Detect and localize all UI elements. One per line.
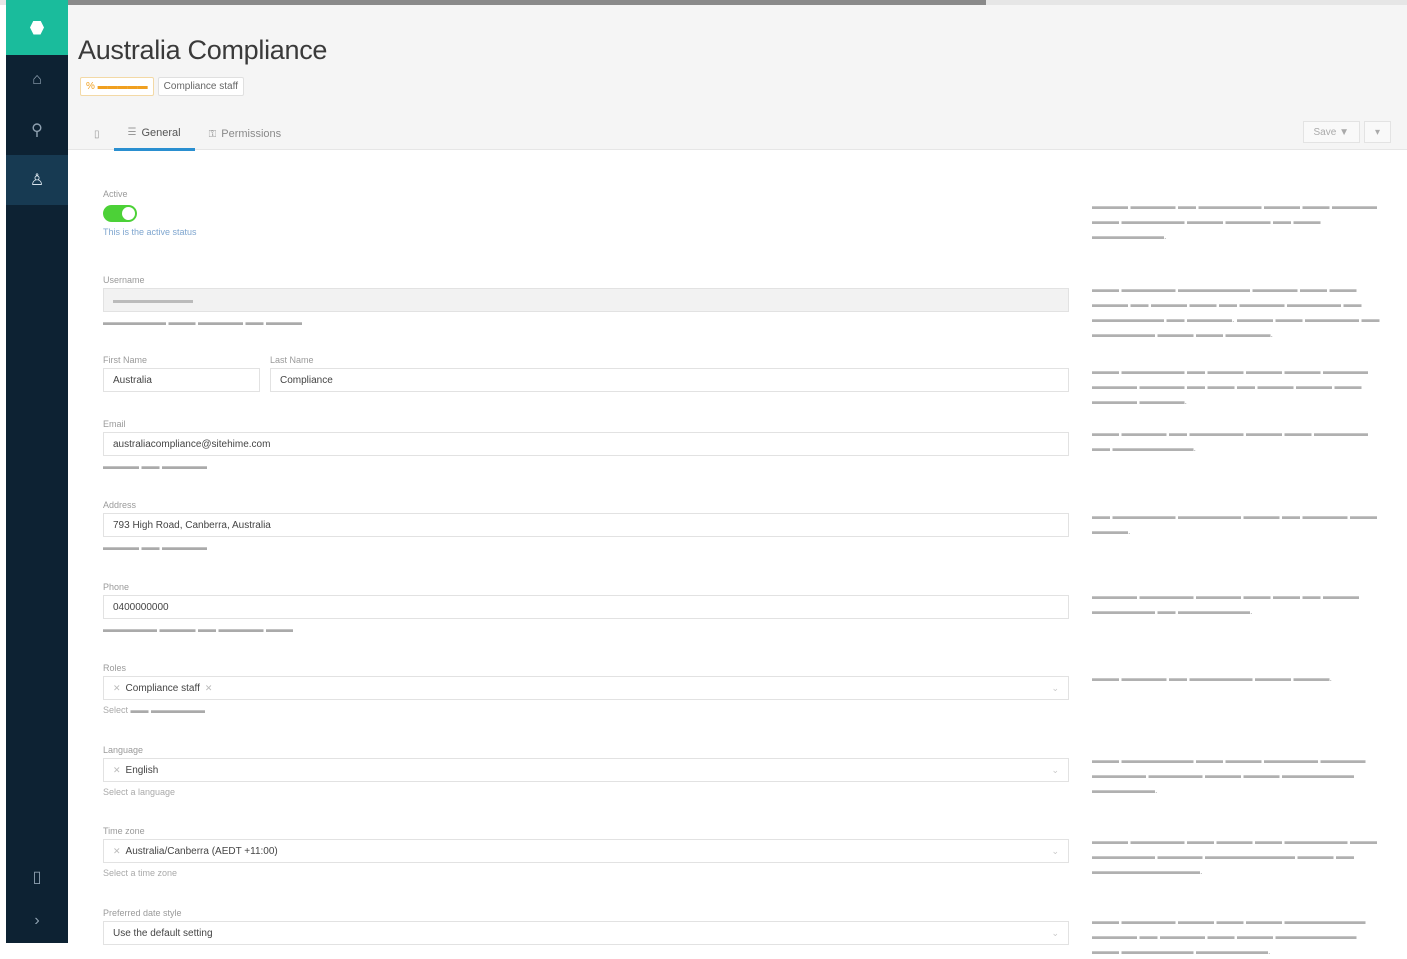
preferred-date-description: ▬▬▬ ▬▬▬▬▬▬ ▬▬▬▬ ▬▬▬ ▬▬▬▬ ▬▬▬▬▬▬▬▬▬ ▬▬▬▬▬… [1092, 916, 1366, 956]
tab-general[interactable]: ☰ General [113, 117, 195, 151]
timezone-description: ▬▬▬▬ ▬▬▬▬▬▬ ▬▬▬ ▬▬▬▬ ▬▬▬ ▬▬▬▬▬▬▬ ▬▬▬ ▬▬▬… [1092, 836, 1378, 876]
language-hint: Select a language [103, 787, 176, 797]
phone-description: ▬▬▬▬▬ ▬▬▬▬▬▬ ▬▬▬▬▬ ▬▬▬ ▬▬▬ ▬▬ ▬▬▬▬ ▬▬▬▬▬… [1092, 591, 1360, 616]
timezone-hint: Select a time zone [103, 868, 178, 878]
first-name-field: First Name Australia [103, 355, 260, 392]
page-title: Australia Compliance [78, 35, 328, 65]
first-name-input[interactable]: Australia [103, 368, 260, 392]
language-chip: ✕ English [113, 765, 158, 776]
username-field: Username ▬▬▬▬▬▬▬▬ ▬▬▬▬▬▬▬ ▬▬▬ ▬▬▬▬▬ ▬▬ ▬… [103, 275, 1069, 327]
remove-chip-icon[interactable]: ✕ [113, 765, 121, 776]
address-label: Address [103, 500, 137, 510]
header-actions: Save ▼ ▾ [1302, 121, 1391, 143]
tab-permissions-label: Permissions [221, 128, 282, 140]
clear-chip-icon[interactable]: ✕ [205, 683, 213, 694]
timezone-chip-label: Australia/Canberra (AEDT +11:00) [125, 845, 278, 857]
username-input[interactable]: ▬▬▬▬▬▬▬▬ [103, 288, 1069, 312]
sidebar-item-search[interactable]: ⚲ [6, 105, 68, 155]
sidebar: ⌂ ⚲ ♙ ▯ › [6, 0, 68, 943]
last-name-input[interactable]: Compliance [270, 368, 1069, 392]
tab-bar: ▯ ☰ General ⚿ Permissions [80, 117, 295, 151]
badge-row: % ▬▬▬▬▬ Compliance staff [80, 77, 244, 96]
address-description: ▬▬ ▬▬▬▬▬▬▬ ▬▬▬▬▬▬▬ ▬▬▬▬ ▬▬ ▬▬▬▬▬ ▬▬▬ ▬▬▬… [1092, 511, 1378, 536]
sidebar-item-users[interactable]: ♙ [6, 155, 68, 205]
active-description: ▬▬▬▬ ▬▬▬▬▬ ▬▬ ▬▬▬▬▬▬▬ ▬▬▬▬ ▬▬▬ ▬▬▬▬▬ ▬▬▬… [1092, 201, 1378, 241]
tab-permissions[interactable]: ⚿ Permissions [195, 117, 296, 151]
save-button[interactable]: Save ▼ [1302, 121, 1360, 143]
chevron-down-icon[interactable]: ⌄ [1051, 765, 1059, 776]
preferred-date-field: Preferred date style Use the default set… [103, 908, 1069, 945]
username-hint: ▬▬▬▬▬▬▬ ▬▬▬ ▬▬▬▬▬ ▬▬ ▬▬▬▬ [103, 317, 303, 327]
app-logo[interactable] [6, 0, 68, 55]
roles-hint: Select ▬▬ ▬▬▬▬▬▬ [103, 705, 206, 715]
last-name-field: Last Name Compliance [270, 355, 1069, 392]
language-field: Language ✕ English ⌄ Select a language [103, 745, 1069, 797]
active-toggle[interactable] [103, 205, 137, 222]
address-field: Address 793 High Road, Canberra, Austral… [103, 500, 1069, 552]
active-field: Active This is the active status [103, 189, 1069, 237]
timezone-chip: ✕ Australia/Canberra (AEDT +11:00) [113, 846, 278, 857]
sidebar-item-device[interactable]: ▯ [6, 855, 68, 899]
timezone-select[interactable]: ✕ Australia/Canberra (AEDT +11:00) ⌄ [103, 839, 1069, 863]
last-name-label: Last Name [270, 355, 314, 365]
remove-chip-icon[interactable]: ✕ [113, 846, 121, 857]
page-header: Australia Compliance % ▬▬▬▬▬ Compliance … [68, 5, 1407, 151]
status-badge: % ▬▬▬▬▬ [80, 77, 154, 96]
timezone-label: Time zone [103, 826, 145, 836]
email-hint: ▬▬▬▬ ▬▬ ▬▬▬▬▬ [103, 461, 208, 471]
email-input[interactable]: australiacompliance@sitehime.com [103, 432, 1069, 456]
language-chip-label: English [125, 764, 159, 776]
sidebar-item-home[interactable]: ⌂ [6, 55, 68, 105]
email-label: Email [103, 419, 126, 429]
active-hint: This is the active status [103, 227, 197, 237]
chevron-down-icon[interactable]: ⌄ [1051, 683, 1059, 694]
roles-label: Roles [103, 663, 127, 673]
role-chip: ✕ Compliance staff ✕ [113, 683, 212, 694]
home-icon: ⌂ [32, 71, 42, 88]
email-field: Email australiacompliance@sitehime.com ▬… [103, 419, 1069, 471]
name-fields: First Name Australia Last Name Complianc… [103, 355, 1069, 392]
phone-field: Phone 0400000000 ▬▬▬▬▬▬ ▬▬▬▬ ▬▬ ▬▬▬▬▬ ▬▬… [103, 582, 1069, 634]
language-select[interactable]: ✕ English ⌄ [103, 758, 1069, 782]
device-icon: ▯ [32, 869, 42, 886]
expand-icon: › [34, 912, 40, 929]
more-actions-button[interactable]: ▾ [1363, 121, 1391, 143]
phone-input[interactable]: 0400000000 [103, 595, 1069, 619]
preferred-date-value: Use the default setting [113, 927, 213, 939]
name-description: ▬▬▬ ▬▬▬▬▬▬▬ ▬▬ ▬▬▬▬ ▬▬▬▬ ▬▬▬▬ ▬▬▬▬▬ ▬▬▬▬… [1092, 366, 1369, 406]
preferred-date-select[interactable]: Use the default setting ⌄ [103, 921, 1069, 945]
address-input[interactable]: 793 High Road, Canberra, Australia [103, 513, 1069, 537]
chevron-down-icon[interactable]: ⌄ [1051, 928, 1059, 939]
language-description: ▬▬▬ ▬▬▬▬▬▬▬▬ ▬▬▬ ▬▬▬▬ ▬▬▬▬▬▬ ▬▬▬▬▬ ▬▬▬▬▬… [1092, 755, 1366, 795]
role-chip-label: Compliance staff [125, 682, 200, 694]
phone-label: Phone [103, 582, 130, 592]
preferred-date-label: Preferred date style [103, 908, 182, 918]
roles-select[interactable]: ✕ Compliance staff ✕ ⌄ [103, 676, 1069, 700]
document-icon: ▯ [94, 128, 100, 140]
username-description: ▬▬▬ ▬▬▬▬▬▬ ▬▬▬▬▬▬▬▬ ▬▬▬▬▬ ▬▬▬ ▬▬▬ ▬▬▬▬ ▬… [1092, 284, 1380, 339]
language-label: Language [103, 745, 144, 755]
sidebar-bottom: ▯ › [6, 855, 68, 943]
address-hint: ▬▬▬▬ ▬▬ ▬▬▬▬▬ [103, 542, 208, 552]
phone-hint: ▬▬▬▬▬▬ ▬▬▬▬ ▬▬ ▬▬▬▬▬ ▬▬▬ [103, 624, 294, 634]
sidebar-expand-button[interactable]: › [6, 899, 68, 943]
active-label: Active [103, 189, 128, 199]
key-icon: ⚿ [208, 128, 217, 140]
remove-chip-icon[interactable]: ✕ [113, 683, 121, 694]
role-badge: Compliance staff [157, 77, 244, 96]
search-icon: ⚲ [31, 122, 43, 139]
roles-description: ▬▬▬ ▬▬▬▬▬ ▬▬ ▬▬▬▬▬▬▬ ▬▬▬▬ ▬▬▬▬. [1092, 673, 1333, 683]
username-label: Username [103, 275, 145, 285]
roles-field: Roles ✕ Compliance staff ✕ ⌄ Select ▬▬ ▬▬▬… [103, 663, 1069, 715]
tab-general-label: General [141, 126, 181, 139]
email-description: ▬▬▬ ▬▬▬▬▬ ▬▬ ▬▬▬▬▬▬ ▬▬▬▬ ▬▬▬ ▬▬▬▬▬▬ ▬▬ ▬… [1092, 428, 1369, 453]
list-icon: ☰ [127, 127, 137, 138]
hexagon-logo-icon [30, 20, 44, 35]
chevron-down-icon[interactable]: ⌄ [1051, 846, 1059, 857]
user-icon: ♙ [29, 172, 45, 189]
form-content: Active This is the active status ▬▬▬▬ ▬▬… [68, 151, 1407, 956]
tab-overview[interactable]: ▯ [80, 117, 114, 151]
timezone-field: Time zone ✕ Australia/Canberra (AEDT +11:… [103, 826, 1069, 878]
first-name-label: First Name [103, 355, 148, 365]
